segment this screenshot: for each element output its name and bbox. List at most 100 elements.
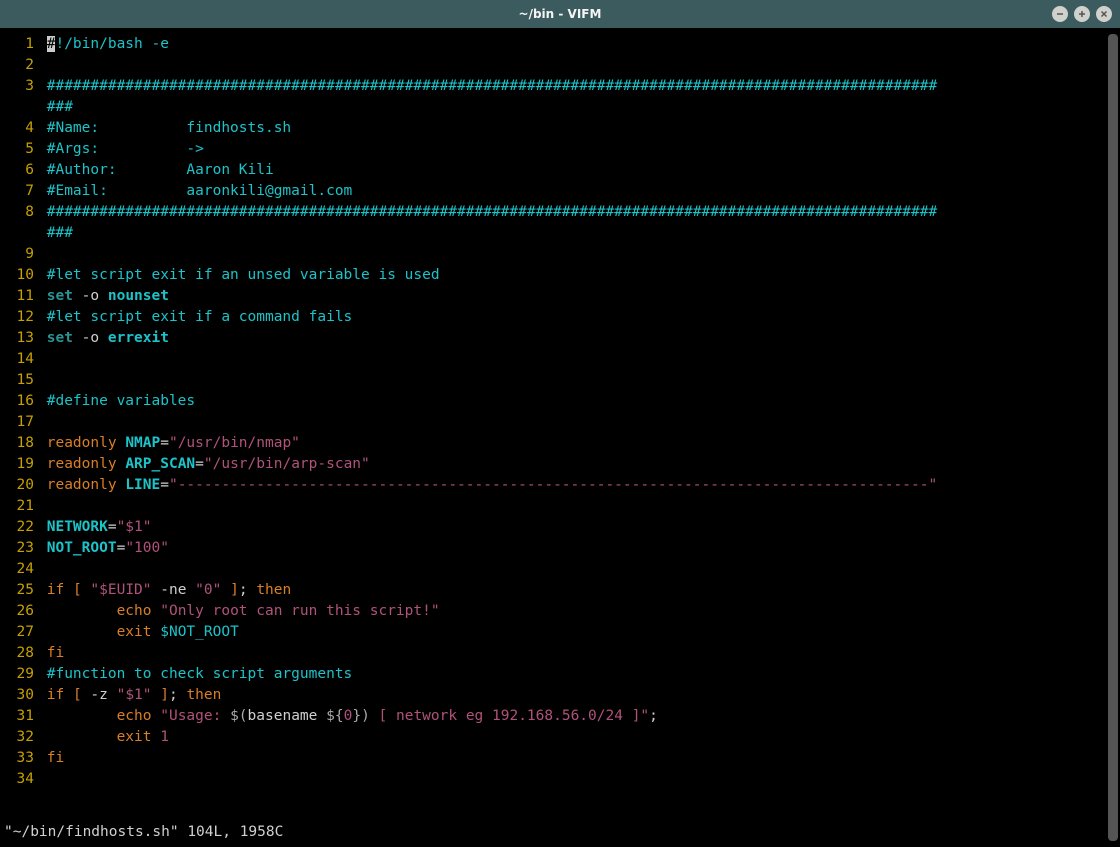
code-content: #Args: -> (47, 141, 204, 157)
window-titlebar[interactable]: ~/bin - VIFM (0, 0, 1120, 28)
line-number: 23 (4, 538, 38, 559)
line-number: 4 (4, 118, 38, 139)
line-number: 5 (4, 139, 38, 160)
code-content: ########################################… (47, 78, 937, 94)
code-line[interactable]: 30 if [ -z "$1" ]; then (0, 685, 1120, 706)
line-number: 14 (4, 349, 38, 370)
code-content: set -o nounset (47, 288, 169, 304)
code-content: if [ "$EUID" -ne "0" ]; then (47, 582, 292, 598)
line-number: 26 (4, 601, 38, 622)
scrollbar[interactable] (1108, 34, 1118, 841)
code-line[interactable]: 16 #define variables (0, 391, 1120, 412)
code-content: #Author: Aaron Kili (47, 162, 274, 178)
code-line[interactable]: 10 #let script exit if an unsed variable… (0, 265, 1120, 286)
line-number: 16 (4, 391, 38, 412)
code-content: fi (47, 750, 64, 766)
line-number: 27 (4, 622, 38, 643)
code-line[interactable]: 2 (0, 55, 1120, 76)
line-number: 21 (4, 496, 38, 517)
line-number: 19 (4, 454, 38, 475)
code-line[interactable]: 8 ######################################… (0, 202, 1120, 223)
code-line[interactable]: 20 readonly LINE="----------------------… (0, 475, 1120, 496)
code-line[interactable]: 32 exit 1 (0, 727, 1120, 748)
code-line[interactable]: 23 NOT_ROOT="100" (0, 538, 1120, 559)
code-content: readonly ARP_SCAN="/usr/bin/arp-scan" (47, 456, 370, 472)
code-line[interactable]: 18 readonly NMAP="/usr/bin/nmap" (0, 433, 1120, 454)
code-line[interactable]: 27 exit $NOT_ROOT (0, 622, 1120, 643)
minimize-button[interactable] (1052, 6, 1068, 22)
code-line[interactable]: 22 NETWORK="$1" (0, 517, 1120, 538)
code-line[interactable]: 12 #let script exit if a command fails (0, 307, 1120, 328)
code-line[interactable]: 25 if [ "$EUID" -ne "0" ]; then (0, 580, 1120, 601)
code-content: set -o errexit (47, 330, 169, 346)
code-content: #let script exit if an unsed variable is… (47, 267, 440, 283)
line-number: 22 (4, 517, 38, 538)
code-content: #function to check script arguments (47, 666, 353, 682)
code-content: readonly LINE="-------------------------… (47, 477, 937, 493)
code-content: readonly NMAP="/usr/bin/nmap" (47, 435, 300, 451)
code-line[interactable]: 6 #Author: Aaron Kili (0, 160, 1120, 181)
code-line[interactable]: ### (0, 97, 1120, 118)
code-content: #Email: aaronkili@gmail.com (47, 183, 353, 199)
line-number: 12 (4, 307, 38, 328)
line-number: 3 (4, 76, 38, 97)
code-content: NETWORK="$1" (47, 519, 152, 535)
line-number: 33 (4, 748, 38, 769)
line-number: 13 (4, 328, 38, 349)
code-content: ### (47, 99, 73, 115)
code-line[interactable]: 24 (0, 559, 1120, 580)
line-number: 31 (4, 706, 38, 727)
close-button[interactable] (1096, 6, 1112, 22)
code-content: ### (47, 225, 73, 241)
code-line[interactable]: 14 (0, 349, 1120, 370)
code-content: #define variables (47, 393, 195, 409)
line-number: 29 (4, 664, 38, 685)
code-line[interactable]: 15 (0, 370, 1120, 391)
line-number: 34 (4, 769, 38, 790)
code-line[interactable]: 33 fi (0, 748, 1120, 769)
code-line[interactable]: 28 fi (0, 643, 1120, 664)
code-content: NOT_ROOT="100" (47, 540, 169, 556)
maximize-button[interactable] (1074, 6, 1090, 22)
line-number: 28 (4, 643, 38, 664)
code-line[interactable]: 7 #Email: aaronkili@gmail.com (0, 181, 1120, 202)
line-number: 18 (4, 433, 38, 454)
status-line: "~/bin/findhosts.sh" 104L, 1958C (4, 822, 283, 843)
line-number: 24 (4, 559, 38, 580)
code-content: exit 1 (47, 729, 169, 745)
code-line[interactable]: 26 echo "Only root can run this script!" (0, 601, 1120, 622)
code-line[interactable]: ### (0, 223, 1120, 244)
window-title: ~/bin - VIFM (519, 4, 602, 25)
code-line[interactable]: 19 readonly ARP_SCAN="/usr/bin/arp-scan" (0, 454, 1120, 475)
code-line[interactable]: 9 (0, 244, 1120, 265)
line-number: 6 (4, 160, 38, 181)
code-content: echo "Usage: $(basename ${0}) [ network … (47, 708, 658, 724)
code-line[interactable]: 11 set -o nounset (0, 286, 1120, 307)
code-line[interactable]: 13 set -o errexit (0, 328, 1120, 349)
code-line[interactable]: 29 #function to check script arguments (0, 664, 1120, 685)
line-number: 17 (4, 412, 38, 433)
line-number: 2 (4, 55, 38, 76)
code-line[interactable]: 31 echo "Usage: $(basename ${0}) [ netwo… (0, 706, 1120, 727)
code-line[interactable]: 3 ######################################… (0, 76, 1120, 97)
line-number: 30 (4, 685, 38, 706)
code-line[interactable]: 4 #Name: findhosts.sh (0, 118, 1120, 139)
code-content: #Name: findhosts.sh (47, 120, 291, 136)
window-controls (1052, 6, 1112, 22)
code-line[interactable]: 17 (0, 412, 1120, 433)
line-number: 8 (4, 202, 38, 223)
line-number: 25 (4, 580, 38, 601)
line-number: 1 (4, 34, 38, 55)
code-line[interactable]: 1 #!/bin/bash -e (0, 34, 1120, 55)
line-number: 20 (4, 475, 38, 496)
code-line[interactable]: 34 (0, 769, 1120, 790)
line-number: 15 (4, 370, 38, 391)
code-line[interactable]: 5 #Args: -> (0, 139, 1120, 160)
line-number: 9 (4, 244, 38, 265)
code-line[interactable]: 21 (0, 496, 1120, 517)
line-number: 10 (4, 265, 38, 286)
line-number: 11 (4, 286, 38, 307)
editor-area[interactable]: 1 #!/bin/bash -e2 3 ####################… (0, 28, 1120, 847)
code-content: fi (47, 645, 64, 661)
line-number: 32 (4, 727, 38, 748)
